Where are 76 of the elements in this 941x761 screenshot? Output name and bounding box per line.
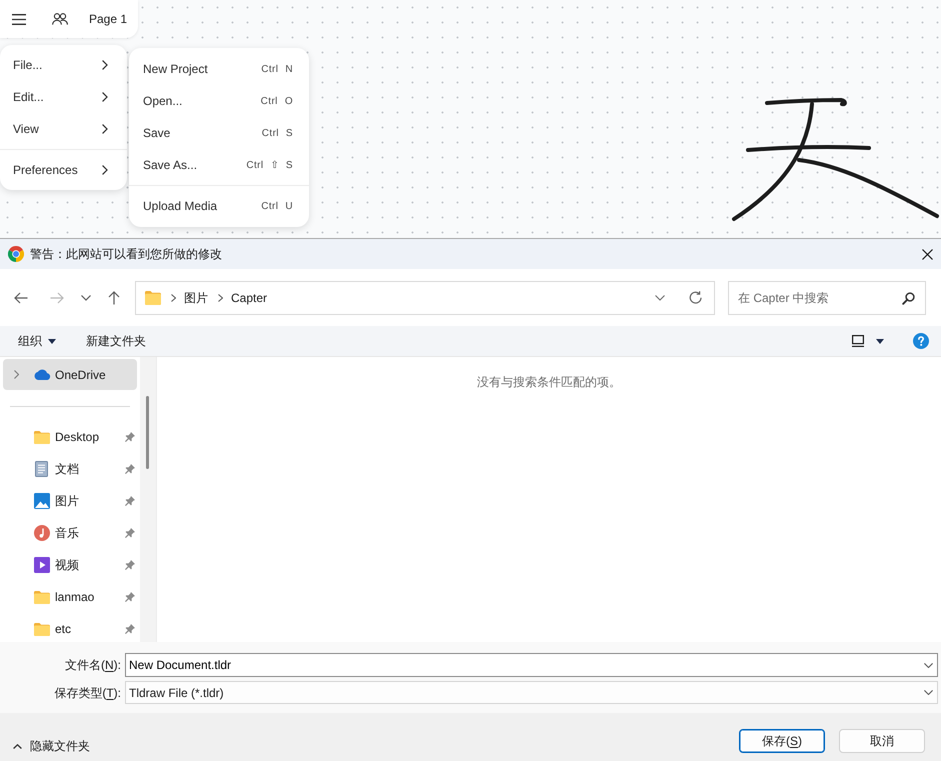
close-icon[interactable] — [922, 248, 933, 260]
folder-icon — [34, 622, 50, 636]
nav-item-label: Desktop — [55, 429, 100, 446]
breadcrumb-item[interactable]: Capter — [231, 288, 268, 306]
field-label: 保存类型(T): — [53, 684, 121, 702]
menu-item[interactable]: File... — [0, 49, 127, 81]
dropdown-chevron-icon[interactable] — [924, 663, 933, 668]
chevron-up-icon — [13, 744, 22, 748]
chevron-down-icon[interactable] — [81, 294, 91, 300]
dialog-button[interactable]: 取消 — [839, 729, 925, 753]
caret-down-icon[interactable] — [876, 338, 884, 344]
keyboard-shortcut: Ctrl N — [261, 62, 293, 76]
back-arrow-icon[interactable] — [14, 292, 28, 304]
breadcrumb-item[interactable]: 图片 — [184, 288, 208, 306]
search-field[interactable]: 在 Capter 中搜索 — [728, 280, 926, 314]
nav-item[interactable]: OneDrive — [3, 359, 137, 390]
folder-icon — [34, 590, 50, 604]
picture-icon — [34, 493, 50, 509]
pin-icon[interactable] — [125, 624, 135, 634]
menu-item[interactable]: Save As... Ctrl ⇧ S — [129, 149, 309, 181]
nav-item-label: 音乐 — [55, 525, 79, 542]
menu-item[interactable]: New Project Ctrl N — [129, 53, 309, 85]
nav-item-label: 文档 — [55, 461, 79, 478]
menu-icon[interactable] — [12, 14, 26, 24]
file-name-field[interactable]: New Document.tldr — [125, 653, 938, 677]
keyboard-shortcut: Ctrl S — [262, 126, 293, 140]
chevron-right-icon — [171, 294, 176, 302]
menu-item[interactable]: Upload Media Ctrl U — [129, 190, 309, 222]
nav-item-label: etc — [55, 621, 72, 638]
pin-icon[interactable] — [125, 496, 135, 506]
caret-down-icon — [48, 338, 56, 344]
menu-item[interactable]: Edit... — [0, 81, 127, 113]
nav-item-label: lanmao — [55, 589, 94, 606]
organize-button[interactable]: 组织 — [18, 332, 56, 350]
pin-icon[interactable] — [125, 432, 135, 442]
hide-folders-button[interactable]: 隐藏文件夹 — [13, 737, 90, 755]
menu-item[interactable]: Save Ctrl S — [129, 117, 309, 149]
chevron-right-icon[interactable] — [14, 370, 19, 379]
pin-icon[interactable] — [125, 592, 135, 602]
folder-icon — [145, 290, 161, 304]
nav-item-label: 视频 — [55, 557, 79, 574]
menu-item[interactable]: Preferences — [0, 154, 127, 186]
people-icon[interactable] — [52, 13, 68, 25]
music-note-icon — [34, 525, 50, 541]
pin-icon[interactable] — [125, 464, 135, 474]
dropdown-chevron-icon — [924, 690, 933, 695]
refresh-icon[interactable] — [689, 291, 702, 304]
dropdown-chevron-icon[interactable] — [655, 294, 665, 300]
pin-icon[interactable] — [125, 528, 135, 538]
address-bar[interactable]: 图片 Capter — [135, 280, 715, 314]
menu-item[interactable]: Open... Ctrl O — [129, 85, 309, 117]
new-folder-button[interactable]: 新建文件夹 — [86, 332, 146, 350]
dialog-button[interactable]: 保存(S) — [739, 729, 825, 753]
empty-message: 没有与搜索条件匹配的项。 — [477, 375, 621, 389]
dialog-title: 警告：此网站可以看到您所做的修改 — [30, 246, 222, 263]
file-type-dropdown[interactable]: Tldraw File (*.tldr) — [125, 681, 938, 704]
view-layout-icon[interactable] — [852, 335, 864, 347]
document-icon — [35, 461, 48, 477]
search-icon[interactable] — [902, 292, 915, 304]
chevron-right-icon — [218, 294, 223, 302]
folder-icon — [34, 430, 50, 444]
scrollbar-thumb[interactable] — [146, 396, 149, 469]
keyboard-shortcut: Ctrl O — [260, 94, 293, 108]
pin-icon[interactable] — [125, 560, 135, 570]
field-label: 文件名(N): — [64, 657, 121, 674]
keyboard-shortcut: Ctrl ⇧ S — [246, 158, 293, 172]
keyboard-shortcut: Ctrl U — [261, 200, 293, 214]
up-arrow-icon[interactable] — [108, 290, 120, 304]
cloud-icon — [34, 369, 51, 380]
nav-item-label: 图片 — [55, 493, 79, 510]
page-menu-button[interactable]: Page 1 — [89, 12, 128, 26]
menu-item[interactable]: View — [0, 113, 127, 145]
browser-icon — [8, 246, 24, 262]
help-icon[interactable] — [913, 333, 929, 349]
video-icon — [34, 557, 50, 573]
nav-item-label: OneDrive — [55, 366, 106, 384]
